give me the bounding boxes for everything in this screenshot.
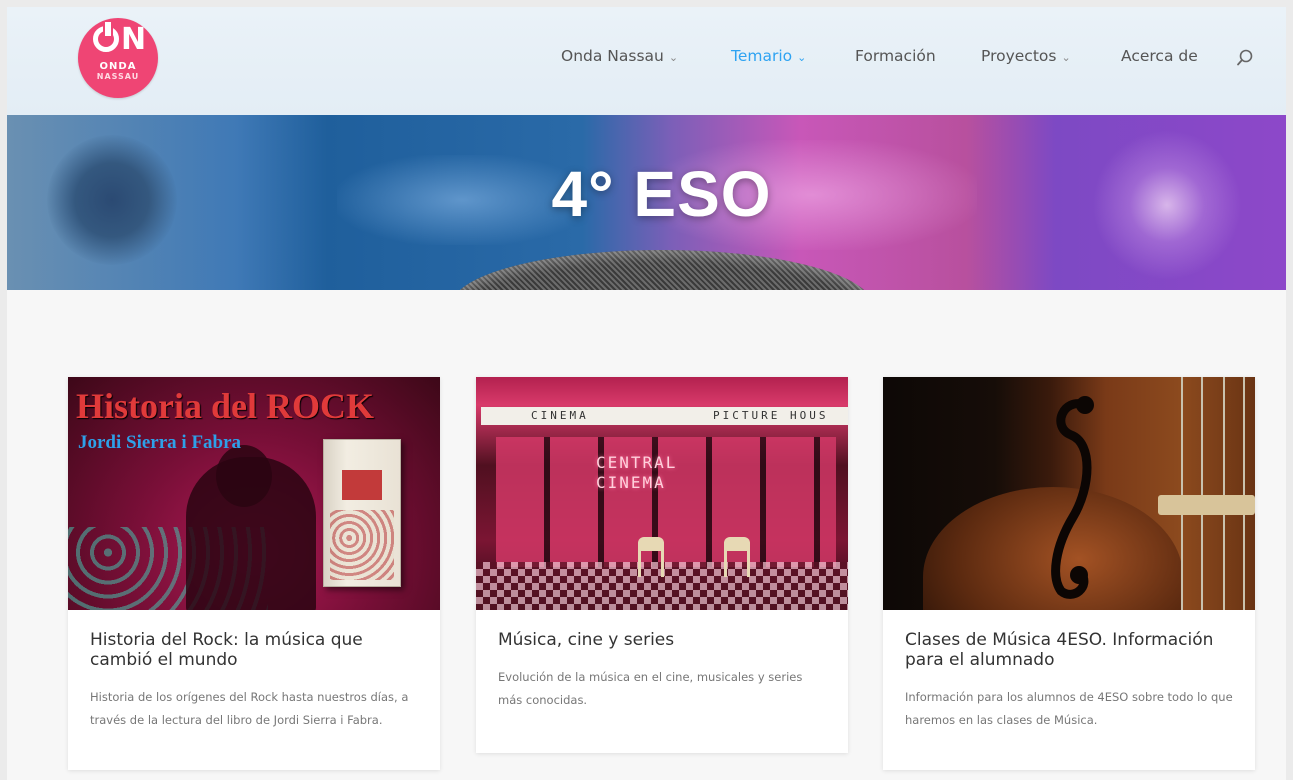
nav-item-acerca-de[interactable]: Acerca de: [1121, 47, 1198, 65]
nav-item-label: Temario: [731, 47, 793, 65]
post-title[interactable]: Clases de Música 4ESO. Información para …: [905, 630, 1233, 670]
post-card[interactable]: Clases de Música 4ESO. Información para …: [883, 377, 1255, 770]
post-excerpt: Historia de los orígenes del Rock hasta …: [90, 690, 409, 727]
post-title[interactable]: Música, cine y series: [498, 630, 826, 650]
violin-string: [1223, 377, 1225, 610]
post-card[interactable]: Historia del ROCK Jordi Sierra i Fabra H…: [68, 377, 440, 770]
post-excerpt: Información para los alumnos de 4ESO sob…: [905, 690, 1233, 727]
book-image: [323, 439, 401, 587]
post-excerpt: Evolución de la música en el cine, music…: [498, 670, 803, 707]
violin-string: [1201, 377, 1203, 610]
hero-banner: 4° ESO: [7, 115, 1286, 290]
chevron-down-icon: ⌄: [797, 51, 807, 64]
neon-text: CINEMA: [596, 473, 666, 492]
violin-string: [1243, 377, 1245, 610]
nav-item-label: Proyectos: [981, 47, 1057, 65]
nav-item-temario[interactable]: Temario ⌄: [731, 47, 806, 65]
post-title[interactable]: Historia del Rock: la música que cambió …: [90, 630, 418, 670]
main-nav: Onda Nassau ⌄ Temario ⌄ Formación Proyecto…: [7, 47, 1286, 69]
nav-item-label: Formación: [855, 47, 936, 65]
page-title: 4° ESO: [551, 158, 772, 230]
nav-item-onda-nassau[interactable]: Onda Nassau ⌄: [561, 47, 678, 65]
chevron-down-icon: ⌄: [668, 51, 679, 64]
violin-bridge: [1158, 495, 1255, 515]
post-card[interactable]: CINEMA PICTURE HOUS CENTRAL CINEMA Músic…: [476, 377, 848, 753]
post-thumbnail[interactable]: Historia del ROCK Jordi Sierra i Fabra: [68, 377, 440, 610]
site-header: ON N ONDA NASSAU Onda Nassau⌄ Temario⌄ F…: [7, 7, 1286, 115]
f-hole-icon: [1051, 396, 1094, 599]
sign-text: PICTURE HOUS: [713, 409, 829, 422]
thumbnail-title: Historia del ROCK: [76, 386, 374, 426]
nav-item-label: Acerca de: [1121, 47, 1198, 65]
neon-text: CENTRAL: [596, 453, 678, 472]
page: ON N ONDA NASSAU Onda Nassau⌄ Temario⌄ F…: [7, 7, 1286, 780]
post-body: Clases de Música 4ESO. Información para …: [883, 610, 1255, 770]
post-body: Historia del Rock: la música que cambió …: [68, 610, 440, 770]
thumbnail-decoration: [186, 457, 316, 610]
search-icon[interactable]: [1235, 48, 1255, 68]
chair-image: [724, 537, 750, 577]
logo-wordmark-line2: NASSAU: [96, 72, 140, 81]
sign-text: CINEMA: [531, 409, 589, 422]
thumbnail-author: Jordi Sierra i Fabra: [78, 432, 242, 453]
nav-item-formacion[interactable]: Formación: [855, 47, 936, 65]
nav-item-proyectos[interactable]: Proyectos ⌄: [981, 47, 1071, 65]
post-body: Música, cine y series Evolución de la mú…: [476, 610, 848, 753]
post-thumbnail[interactable]: CINEMA PICTURE HOUS CENTRAL CINEMA: [476, 377, 848, 610]
cinema-sign: CINEMA PICTURE HOUS: [481, 407, 848, 425]
chevron-down-icon: ⌄: [1061, 51, 1071, 64]
nav-item-label: Onda Nassau: [561, 47, 664, 65]
microphone-image: [452, 250, 872, 290]
chair-image: [638, 537, 664, 577]
neon-sign: CENTRAL CINEMA: [596, 453, 677, 493]
violin-string: [1181, 377, 1183, 610]
post-thumbnail[interactable]: [883, 377, 1255, 610]
